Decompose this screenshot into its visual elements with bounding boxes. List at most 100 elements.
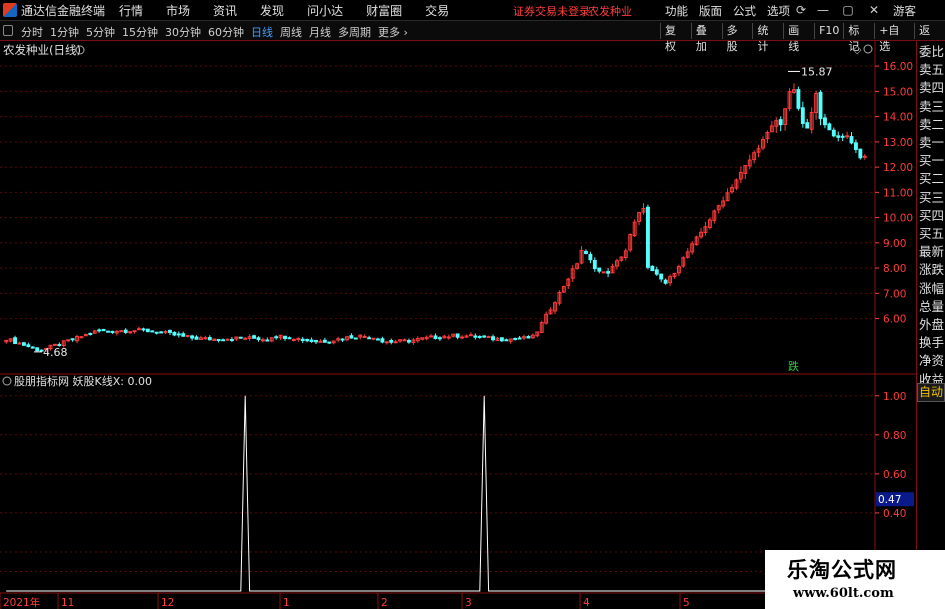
price-tick-label: 11.00 — [883, 187, 913, 199]
maximize-icon[interactable]: ▢ — [840, 2, 856, 18]
menu-item-0[interactable]: 行情 — [119, 2, 143, 19]
period-tab-9[interactable]: 多周期 — [338, 24, 371, 40]
candle-body — [97, 329, 102, 332]
candle-body — [287, 337, 292, 340]
candle-body — [526, 335, 531, 339]
right-menu-item-1[interactable]: 版面 — [699, 3, 722, 19]
tool-button-7[interactable]: +自选 — [874, 23, 914, 53]
menu-item-4[interactable]: 问小达 — [307, 2, 343, 19]
candle-body — [314, 340, 318, 343]
high-price-label: 15.87 — [801, 65, 833, 78]
period-tab-6[interactable]: 日线 — [251, 24, 273, 40]
right-menu-item-3[interactable]: 选项 — [767, 3, 790, 19]
candle-body — [181, 333, 186, 337]
menu-item-3[interactable]: 发现 — [260, 2, 284, 19]
side-item-17[interactable]: 净资 — [917, 352, 945, 370]
current-stock-name: 农发种业 — [588, 5, 632, 18]
price-tick-label: 12.00 — [883, 162, 913, 174]
panel-toggle-icon[interactable] — [3, 25, 13, 36]
side-item-4[interactable]: 卖二 — [917, 116, 945, 134]
tool-button-5[interactable]: F10 — [814, 23, 843, 39]
side-item-14[interactable]: 总量 — [917, 298, 945, 316]
candle-body — [659, 273, 664, 280]
side-item-0[interactable]: 委比 — [917, 43, 945, 61]
candle-body — [26, 344, 31, 348]
side-item-3[interactable]: 卖三 — [917, 98, 945, 116]
price-tick-label: 15.00 — [883, 86, 913, 98]
menu-item-5[interactable]: 财富圈 — [366, 2, 402, 19]
candle-body — [650, 265, 655, 272]
candle-body — [473, 335, 478, 338]
period-tab-8[interactable]: 月线 — [309, 24, 331, 40]
login-status[interactable]: 证券交易未登录 — [513, 3, 590, 19]
side-item-8[interactable]: 买三 — [917, 189, 945, 207]
right-menu-item-2[interactable]: 公式 — [733, 3, 756, 19]
price-tick-label: 7.00 — [883, 288, 906, 300]
side-item-2[interactable]: 卖四 — [917, 79, 945, 97]
candle-body — [132, 330, 137, 333]
tool-button-3[interactable]: 统计 — [752, 23, 783, 53]
menu-item-6[interactable]: 交易 — [425, 2, 449, 19]
candle-body — [327, 341, 332, 344]
side-item-9[interactable]: 买四 — [917, 207, 945, 225]
period-tab-4[interactable]: 30分钟 — [165, 24, 201, 40]
candle-body — [238, 336, 243, 339]
period-tab-5[interactable]: 60分钟 — [208, 24, 244, 40]
side-item-12[interactable]: 涨跌 — [917, 261, 945, 279]
menu-item-2[interactable]: 资讯 — [213, 2, 237, 19]
tool-button-2[interactable]: 多股 — [721, 23, 753, 53]
right-menu-item-0[interactable]: 功能 — [665, 3, 688, 19]
menu-item-1[interactable]: 市场 — [166, 2, 190, 19]
candle-body — [106, 330, 110, 333]
minimize-icon[interactable]: — — [815, 2, 831, 18]
date-label: 11 — [61, 597, 74, 609]
side-item-10[interactable]: 买五 — [917, 225, 945, 243]
candle-body — [145, 328, 150, 333]
price-tick-label: 13.00 — [883, 137, 913, 149]
candle-body — [190, 335, 195, 339]
side-item-7[interactable]: 买二 — [917, 170, 945, 188]
candle-body — [597, 267, 602, 272]
candle-body — [796, 89, 801, 109]
user-label[interactable]: 游客 — [893, 3, 916, 19]
side-item-5[interactable]: 卖一 — [917, 134, 945, 152]
side-item-1[interactable]: 卖五 — [917, 61, 945, 79]
candle-body — [517, 337, 522, 340]
period-tab-3[interactable]: 15分钟 — [122, 24, 158, 40]
period-tab-1[interactable]: 1分钟 — [50, 24, 79, 40]
candle-body — [384, 341, 389, 344]
side-item-6[interactable]: 买一 — [917, 152, 945, 170]
candle-body — [13, 337, 18, 345]
candle-body — [30, 346, 35, 349]
side-item-16[interactable]: 换手 — [917, 334, 945, 352]
tool-button-6[interactable]: 标记 — [843, 23, 874, 53]
side-item-13[interactable]: 涨幅 — [917, 280, 945, 298]
candle-body — [305, 339, 310, 342]
period-tab-0[interactable]: 分时 — [21, 24, 43, 40]
candle-body — [362, 335, 367, 338]
close-icon[interactable]: ✕ — [866, 2, 882, 18]
tool-button-1[interactable]: 叠加 — [690, 23, 722, 53]
period-tab-2[interactable]: 5分钟 — [86, 24, 115, 40]
auto-button[interactable]: 自动 — [917, 383, 945, 402]
indicator-tick-label: 1.00 — [883, 391, 906, 403]
candle-body — [221, 339, 226, 342]
kline-chart[interactable]: 16.0015.0014.0013.0012.0011.0010.009.008… — [0, 41, 945, 609]
refresh-icon[interactable]: ⟳ — [793, 2, 809, 18]
candle-body — [150, 330, 155, 333]
indicator-title: 股朋指标网 妖股K线X: 0.00 — [14, 374, 152, 388]
tool-button-0[interactable]: 复权 — [660, 23, 691, 53]
candle-body — [800, 107, 805, 124]
candle-body — [601, 271, 606, 274]
candle-body — [446, 336, 451, 339]
period-tab-10[interactable]: 更多 › — [378, 24, 408, 40]
candle-body — [265, 339, 270, 342]
side-item-11[interactable]: 最新 — [917, 243, 945, 261]
tool-button-4[interactable]: 画线 — [783, 23, 814, 53]
tool-button-8[interactable]: 返回 — [914, 23, 945, 53]
quote-side-panel: 委比 卖五 卖四 卖三 卖二 卖一 买一 买二 买三 买四 买五 最新 涨跌 涨幅 总量 外盘 换手 净资 收益 — [916, 41, 945, 609]
side-item-15[interactable]: 外盘 — [917, 316, 945, 334]
candle-body — [194, 336, 199, 340]
candle-body — [853, 142, 858, 150]
period-tab-7[interactable]: 周线 — [280, 24, 302, 40]
